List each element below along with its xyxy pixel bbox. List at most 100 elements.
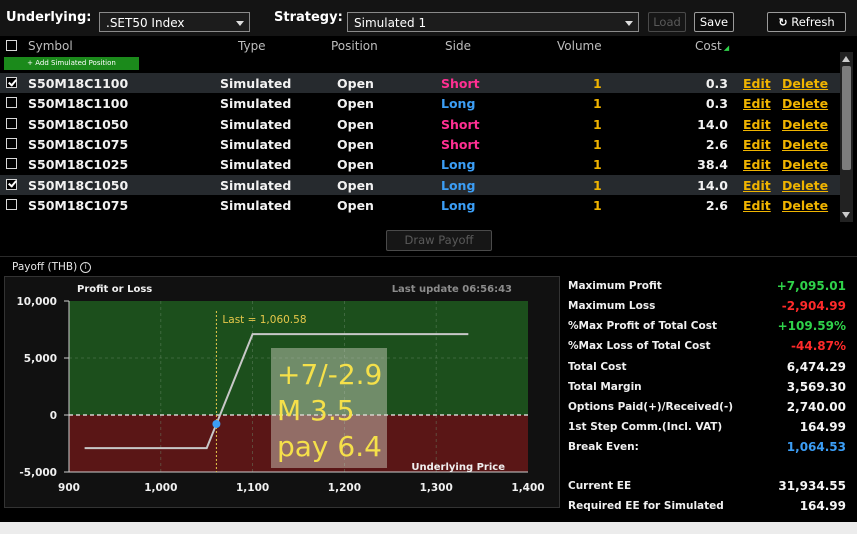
cell-cost: 14.0: [697, 116, 728, 132]
info-icon[interactable]: i: [80, 261, 92, 273]
table-row[interactable]: S50M18C1025 Simulated Open Long 1 38.4 Edit Del…: [0, 154, 840, 174]
last-price-point: [212, 419, 221, 428]
delete-link[interactable]: Delete: [782, 76, 828, 91]
stat-label: Maximum Loss: [568, 300, 656, 312]
row-checkbox[interactable]: [6, 97, 17, 109]
last-price-label: Last = 1,060.58: [222, 314, 306, 326]
stat-value: 6,474.29: [786, 360, 846, 374]
stat-label: Total Cost: [568, 361, 627, 373]
stat-label: Total Margin: [568, 381, 642, 393]
delete-link[interactable]: Delete: [782, 198, 828, 213]
stat-row: Break Even: 1,064.53: [568, 439, 850, 457]
table-row[interactable]: S50M18C1100 Simulated Open Long 1 0.3 Edit Dele…: [0, 93, 840, 113]
header-symbol[interactable]: Symbol: [28, 39, 73, 53]
table-header: Symbol Type Position Side Volume Cost ◢: [0, 37, 857, 55]
x-tick-label: 1,400: [511, 482, 544, 494]
cell-position: Open: [337, 96, 374, 112]
scroll-up-icon[interactable]: [842, 56, 850, 62]
stat-label: Maximum Profit: [568, 280, 662, 292]
cell-position: Open: [337, 116, 374, 132]
chevron-down-icon: [625, 21, 633, 26]
scroll-down-icon[interactable]: [842, 212, 850, 218]
delete-link[interactable]: Delete: [782, 117, 828, 132]
strategy-dropdown[interactable]: Simulated 1: [347, 12, 639, 32]
stat-label: Current EE: [568, 480, 632, 492]
cell-symbol: S50M18C1075: [28, 197, 129, 213]
header-type[interactable]: Type: [238, 39, 266, 53]
x-tick-label: 1,100: [236, 482, 269, 494]
table-row[interactable]: S50M18C1050 Simulated Open Short 1 14.0 Edit De…: [0, 114, 840, 134]
cell-side: Short: [441, 76, 480, 91]
cell-volume: 1: [593, 136, 602, 152]
ee-stat-row: Required EE for Simulated 164.99: [568, 498, 850, 516]
payoff-title: Payoff (THB) i: [12, 261, 92, 273]
header-volume[interactable]: Volume: [557, 39, 602, 53]
delete-link[interactable]: Delete: [782, 157, 828, 172]
header-cost[interactable]: Cost ◢: [695, 39, 729, 53]
select-all-checkbox[interactable]: [6, 40, 17, 51]
cell-side: Short: [441, 116, 480, 132]
header-position[interactable]: Position: [331, 39, 378, 53]
draw-payoff-button[interactable]: Draw Payoff: [386, 230, 492, 251]
header-side[interactable]: Side: [445, 39, 471, 53]
cell-type: Simulated: [220, 197, 292, 213]
cell-symbol: S50M18C1075: [28, 136, 129, 152]
load-button[interactable]: Load: [648, 12, 686, 32]
edit-link[interactable]: Edit: [743, 198, 771, 213]
edit-link[interactable]: Edit: [743, 157, 771, 172]
y-tick-label: 5,000: [24, 353, 57, 365]
stat-label: %Max Loss of Total Cost: [568, 340, 711, 352]
save-button[interactable]: Save: [694, 12, 734, 32]
payoff-chart-svg: 900 1,000 1,100 1,200 1,300 1,400 10,000 5,000 0…: [16, 284, 544, 494]
y-tick-label: 0: [50, 410, 57, 422]
row-checkbox[interactable]: [6, 77, 17, 88]
row-checkbox[interactable]: [6, 178, 17, 190]
row-checkbox[interactable]: [6, 158, 17, 170]
scroll-thumb[interactable]: [842, 66, 851, 170]
stat-value: 1,064.53: [786, 440, 846, 454]
bottom-strip: [0, 522, 857, 534]
row-checkbox[interactable]: [6, 137, 17, 149]
delete-link[interactable]: Delete: [782, 137, 828, 152]
chevron-down-icon: [236, 21, 244, 26]
x-tick-label: 900: [58, 482, 80, 494]
stat-value: 31,934.55: [778, 479, 846, 493]
delete-link[interactable]: Delete: [782, 96, 828, 111]
cell-volume: 1: [593, 177, 602, 193]
cell-cost: 0.3: [705, 96, 728, 112]
edit-link[interactable]: Edit: [743, 76, 771, 91]
table-row[interactable]: S50M18C1075 Simulated Open Long 1 2.6 Edit Dele…: [0, 195, 840, 215]
table-scrollbar[interactable]: [840, 52, 853, 222]
table-row[interactable]: S50M18C1100 Simulated Open Short 1 0.3 Edit Del…: [0, 73, 840, 93]
app-window: Underlying: .SET50 Index Strategy: Simul…: [0, 0, 857, 534]
stat-label: Break Even:: [568, 441, 639, 453]
stat-value: 164.99: [799, 420, 846, 434]
underlying-dropdown[interactable]: .SET50 Index: [99, 12, 250, 32]
delete-link[interactable]: Delete: [782, 178, 828, 193]
cell-type: Simulated: [220, 136, 292, 152]
cell-volume: 1: [593, 76, 602, 91]
add-simulated-position-button[interactable]: + Add Simulated Position: [4, 57, 139, 70]
stat-row: Total Cost 6,474.29: [568, 359, 850, 377]
refresh-label: Refresh: [791, 15, 835, 29]
edit-link[interactable]: Edit: [743, 117, 771, 132]
stat-row: %Max Profit of Total Cost +109.59%: [568, 318, 850, 336]
edit-link[interactable]: Edit: [743, 178, 771, 193]
cell-cost: 0.3: [705, 76, 728, 91]
edit-link[interactable]: Edit: [743, 96, 771, 111]
annotation-text: +7/-2.9: [277, 358, 382, 391]
cell-side: Long: [441, 177, 476, 193]
cell-type: Simulated: [220, 157, 292, 173]
cell-symbol: S50M18C1025: [28, 157, 129, 173]
cell-cost: 2.6: [705, 197, 728, 213]
divider: [0, 256, 857, 257]
refresh-button[interactable]: ↻ Refresh: [767, 12, 846, 32]
stat-row: Options Paid(+)/Received(-) 2,740.00: [568, 399, 850, 417]
edit-link[interactable]: Edit: [743, 137, 771, 152]
table-row[interactable]: S50M18C1075 Simulated Open Short 1 2.6 Edit Del…: [0, 134, 840, 154]
x-axis-label: Underlying Price: [411, 462, 505, 473]
row-checkbox[interactable]: [6, 198, 17, 210]
row-checkbox[interactable]: [6, 117, 17, 129]
stat-value: +7,095.01: [776, 279, 846, 293]
table-row[interactable]: S50M18C1050 Simulated Open Long 1 14.0 Edit Del…: [0, 174, 840, 195]
